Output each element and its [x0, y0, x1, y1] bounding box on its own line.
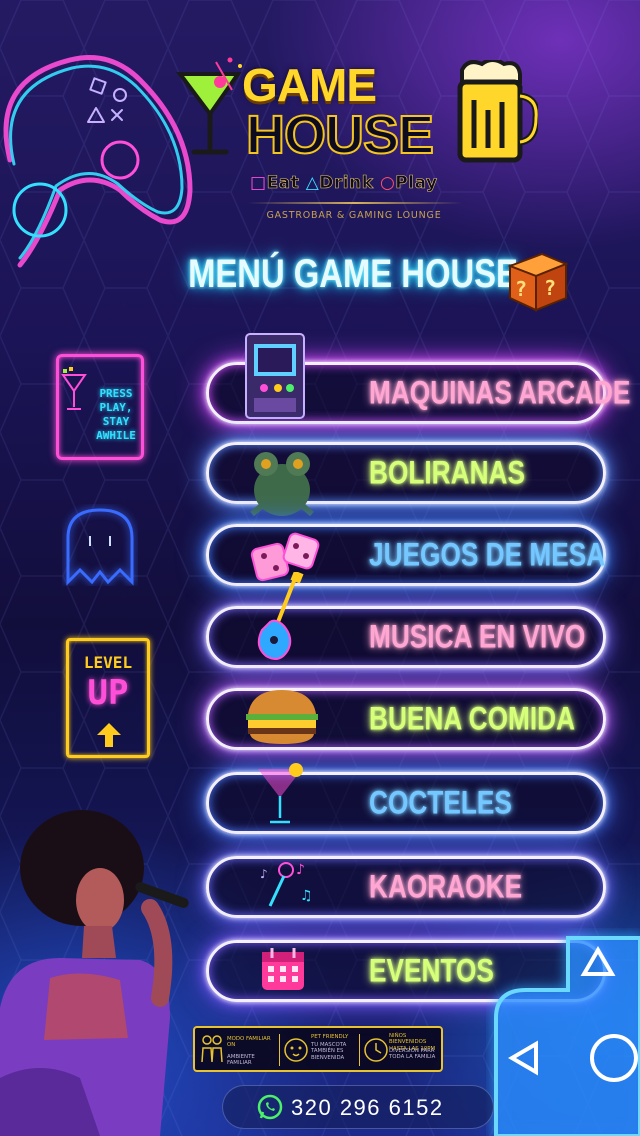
- svg-text:?: ?: [515, 277, 527, 301]
- menu-button-label: BUENA COMIDA: [369, 700, 576, 737]
- menu-button-label: MUSICA EN VIVO: [369, 618, 586, 655]
- whatsapp-icon: [257, 1094, 283, 1120]
- game-controller-icon: [3, 55, 193, 268]
- press-play-sign: PRESS PLAY, STAY AWHILE: [56, 354, 144, 460]
- pet-friendly-sub: TU MASCOTA TAMBIÉN ES BIENVENIDA: [311, 1042, 347, 1061]
- clock-icon: [364, 1038, 388, 1062]
- martini-glass-icon: [176, 57, 242, 155]
- pet-friendly-title: PET FRIENDLY: [311, 1034, 349, 1040]
- triangle-icon: △: [305, 173, 320, 193]
- cocktail-icon: [256, 762, 306, 832]
- svg-text:♫: ♫: [300, 888, 313, 904]
- burger-icon: [242, 686, 322, 750]
- svg-text:♪: ♪: [296, 862, 305, 878]
- beer-mug-icon: [457, 60, 538, 163]
- family-mode-sub: AMBIENTE FAMILIAR: [227, 1054, 255, 1067]
- svg-text:♪: ♪: [260, 867, 268, 881]
- menu-button-label: JUEGOS DE MESA: [369, 536, 606, 573]
- pacman-ghost-icon: [66, 508, 134, 586]
- kids-welcome-badge: NIÑOS BIENVENIDOS HASTA LAS 10PM DIVERSI…: [363, 1032, 441, 1068]
- cocktail-sign-icon: [61, 367, 87, 410]
- logo-house-text: HOUSE: [245, 104, 435, 166]
- level-text: LEVEL: [83, 653, 133, 672]
- svg-text:?: ?: [544, 276, 556, 300]
- singer-photo: [0, 810, 189, 1136]
- frog-icon: [244, 440, 320, 526]
- family-mode-badge: MODO FAMILIAR ON AMBIENTE FAMILIAR: [199, 1032, 277, 1068]
- tagline-drink: Drink: [319, 173, 374, 194]
- phone-number: 320 296 6152: [291, 1095, 444, 1120]
- divider: [248, 202, 462, 204]
- circle-icon: ○: [379, 173, 396, 193]
- menu-button-label: KAORAOKE: [369, 868, 523, 905]
- menu-poster: GAME HOUSE □Eat △Drink ○Play GASTROBAR &…: [0, 0, 640, 1136]
- menu-button-label: MAQUINAS ARCADE: [369, 374, 631, 411]
- dog-icon: [284, 1038, 308, 1062]
- info-badges: MODO FAMILIAR ON AMBIENTE FAMILIAR PET F…: [193, 1026, 443, 1072]
- microphone-icon: ♪ ♫ ♪: [256, 856, 316, 920]
- arcade-machine-icon: [240, 330, 310, 424]
- page-title: MENÚ GAME HOUSE: [188, 252, 518, 296]
- up-text: UP: [87, 673, 129, 713]
- divider: [359, 1034, 360, 1066]
- menu-button-label: EVENTOS: [369, 952, 494, 989]
- pet-friendly-badge: PET FRIENDLY TU MASCOTA TAMBIÉN ES BIENV…: [283, 1032, 359, 1068]
- phone-button[interactable]: 320 296 6152: [222, 1085, 494, 1129]
- family-icon: [201, 1035, 223, 1063]
- tagline-eat: Eat: [266, 173, 300, 194]
- dpad-controller-icon: [494, 936, 640, 1136]
- press-play-text: PRESS PLAY, STAY AWHILE: [96, 387, 136, 442]
- family-mode-title: MODO FAMILIAR ON: [227, 1036, 271, 1049]
- brand-tagline: □Eat △Drink ○Play: [250, 173, 438, 194]
- mystery-box-icon: ? ?: [507, 252, 569, 312]
- arrow-up-icon: [97, 723, 121, 747]
- square-icon: □: [250, 173, 267, 193]
- divider: [279, 1034, 280, 1066]
- brand-subtitle: GASTROBAR & GAMING LOUNGE: [266, 210, 442, 221]
- guitar-icon: [250, 570, 310, 666]
- calendar-icon: [258, 944, 308, 998]
- menu-button-label: BOLIRANAS: [369, 454, 525, 491]
- tagline-play: Play: [395, 173, 438, 194]
- kids-welcome-sub: DIVERSIÓN PARA TODA LA FAMILIA: [389, 1048, 436, 1061]
- level-up-sign: LEVEL UP: [66, 638, 150, 758]
- menu-button-label: COCTELES: [369, 784, 512, 821]
